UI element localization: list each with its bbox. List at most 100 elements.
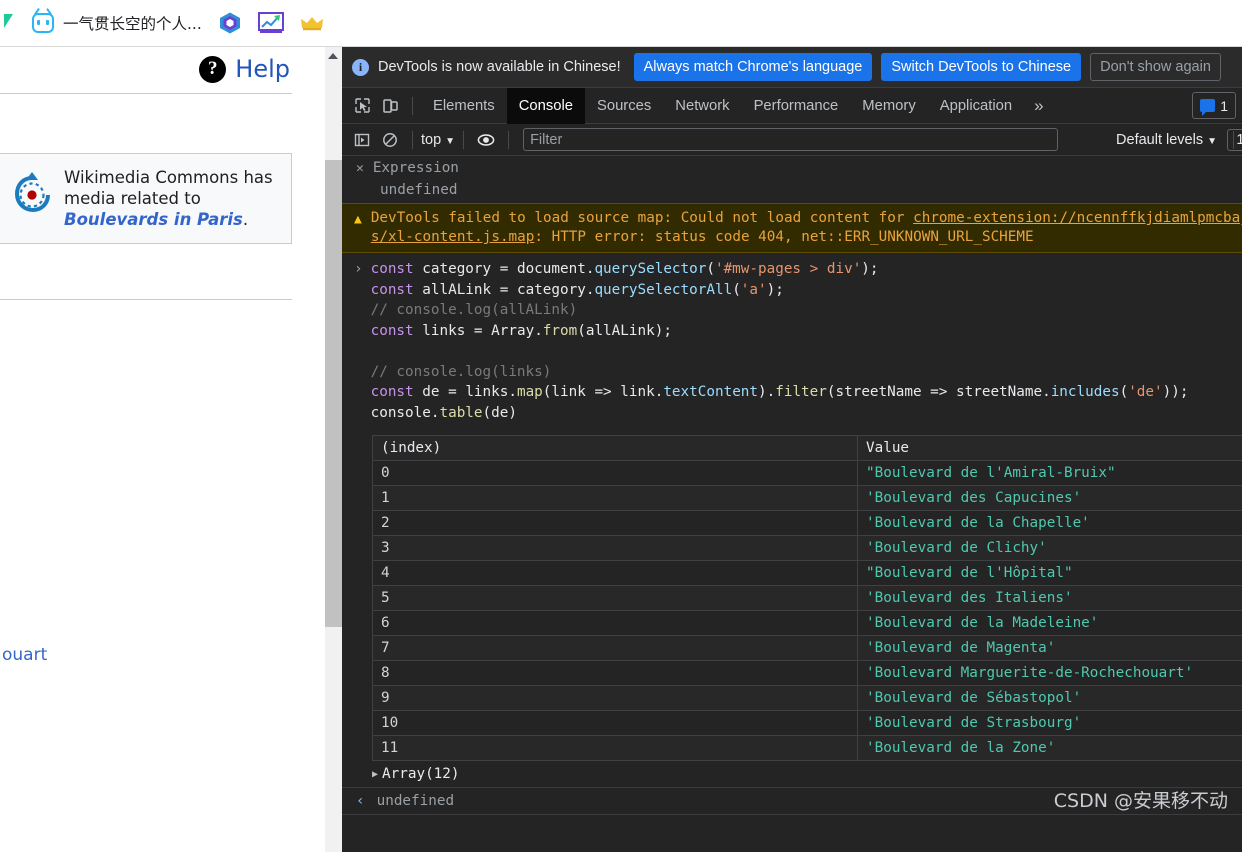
cell-index: 3 [372,535,858,561]
webpage-panel: ? Help Wikimedia Commons has media relat… [0,47,325,852]
cell-value: 'Boulevard de la Zone' [857,735,1242,761]
console-prompt-row[interactable]: › [342,815,1242,825]
log-levels-selector[interactable]: Default levels ▼ [1116,132,1225,148]
tab-performance[interactable]: Performance [742,88,851,124]
table-header-index[interactable]: (index) [372,435,858,461]
cell-value: 'Boulevard de Sébastopol' [857,685,1242,711]
filter-divider-1 [412,130,413,149]
cell-index: 7 [372,635,858,661]
cell-value: 'Boulevard de Clichy' [857,535,1242,561]
table-row: 7 'Boulevard de Magenta' [372,635,1242,661]
console-source-code[interactable]: const category = document.querySelector(… [371,259,1189,423]
watermark: CSDN @安果移不动 [1053,790,1228,812]
partial-link-ouart[interactable]: ouart [2,645,47,665]
cell-value: 'Boulevard des Capucines' [857,485,1242,511]
always-match-language-button[interactable]: Always match Chrome's language [633,53,873,81]
warning-line1-pre: DevTools failed to load source map: Coul… [370,210,914,226]
chevron-down-icon: ▼ [445,135,456,147]
table-header-value[interactable]: Value [857,435,1242,461]
cell-value: 'Boulevard de la Chapelle' [857,510,1242,536]
bookmark-item-hexagon[interactable] [210,8,250,38]
live-expression-label: Expression [372,160,459,176]
console-output: ✕ Expression undefined ▲ DevTools failed… [342,156,1242,825]
table-row: 3 'Boulevard de Clichy' [372,535,1242,561]
cell-index: 0 [372,460,858,486]
table-header-row: (index) Value [372,435,1242,461]
commons-line1: Wikimedia Commons has [64,168,273,187]
language-banner: i DevTools is now available in Chinese! … [342,47,1242,88]
devtools-panel: i DevTools is now available in Chinese! … [342,47,1242,852]
array-summary-row[interactable]: ▶ Array(12) [342,761,1242,787]
filter-divider-3 [508,130,510,149]
live-expression-icon[interactable] [472,127,500,153]
live-expression-value: undefined [380,182,458,198]
dont-show-again-button[interactable]: Don't show again [1090,53,1221,81]
warning-line2-link[interactable]: s/xl-content.js.map [371,229,535,245]
prompt-chevron-icon: › [356,821,365,825]
table-row: 8 'Boulevard Marguerite-de-Rochechouart' [372,660,1242,686]
table-body: 0 "Boulevard de l'Amiral-Bruix" 1 'Bouleva… [372,460,1242,761]
bookmark-item-chart[interactable] [250,9,292,37]
bookmark-item-bilibili[interactable]: 一气贯长空的个人... [24,9,210,37]
filter-input[interactable] [523,128,1059,151]
inspect-cursor-icon[interactable] [348,93,376,119]
tab-sources[interactable]: Sources [585,88,663,124]
switch-to-chinese-button[interactable]: Switch DevTools to Chinese [881,53,1082,81]
table-row: 1 'Boulevard des Capucines' [372,485,1242,511]
chart-arrow-icon [257,12,284,33]
commons-period: . [242,210,249,229]
divider-bottom [0,299,292,300]
help-row: ? Help [0,47,325,93]
page-scrollbar[interactable] [325,47,342,852]
table-row: 10 'Boulevard de Strasbourg' [372,710,1242,736]
help-link[interactable]: Help [235,55,290,83]
commons-category-link[interactable]: Boulevards in Paris [64,210,243,229]
issues-summary[interactable]: 1 Iss [1227,128,1242,151]
close-icon[interactable]: ✕ [356,161,364,176]
devtools-tabbar: Elements Console Sources Network Perform… [342,87,1242,124]
source-map-warning: ▲ DevTools failed to load source map: Co… [342,203,1242,253]
scroll-up-arrow-icon[interactable] [328,53,338,59]
leaf-icon[interactable] [2,10,18,36]
filter-divider-2 [463,130,465,149]
warning-triangle-icon: ▲ [354,212,362,227]
table-row: 0 "Boulevard de l'Amiral-Bruix" [372,460,1242,486]
live-expression-row[interactable]: ✕ Expression [342,156,1242,179]
crown-icon [300,17,323,31]
tab-network[interactable]: Network [663,88,741,124]
tab-elements[interactable]: Elements [421,88,507,124]
expand-triangle-icon[interactable]: ▶ [372,769,378,780]
tab-memory[interactable]: Memory [850,88,927,124]
cell-index: 5 [372,585,858,611]
table-row: 4 "Boulevard de l'Hôpital" [372,560,1242,586]
levels-label: Default levels [1116,131,1204,148]
commons-text: Wikimedia Commons has media related to B… [64,167,273,230]
tab-application[interactable]: Application [928,88,1024,124]
cell-index: 4 [372,560,858,586]
return-arrow-icon: ‹ [356,793,365,809]
cell-index: 1 [372,485,858,511]
context-label: top [421,131,442,148]
chevron-double-right-icon[interactable]: » [1024,96,1053,116]
input-chevron-icon: › [354,261,363,277]
warning-line1-link[interactable]: chrome-extension://ncennffkjdiamlpmcbajk… [913,210,1242,226]
chevron-down-icon-levels: ▼ [1207,135,1217,147]
clear-console-icon[interactable] [376,127,404,153]
cell-value: 'Boulevard de Strasbourg' [857,710,1242,736]
cell-index: 11 [372,735,858,761]
device-toolbar-icon[interactable] [376,93,404,119]
issues-badge[interactable]: 1 [1192,92,1236,119]
console-table: (index) Value 0 "Boulevard de l'Amiral-Br… [372,435,1242,761]
console-sidebar-icon[interactable] [348,127,376,153]
console-context-selector[interactable]: top ▼ [421,132,455,148]
scrollbar-thumb[interactable] [325,160,342,627]
table-row: 2 'Boulevard de la Chapelle' [372,510,1242,536]
cell-value: 'Boulevard des Italiens' [857,585,1242,611]
cell-index: 9 [372,685,858,711]
cell-index: 6 [372,610,858,636]
tab-console[interactable]: Console [506,87,585,124]
bookmark-item-crown[interactable] [292,12,332,34]
wikimedia-commons-icon [14,172,50,213]
commons-sister-project-box: Wikimedia Commons has media related to B… [0,153,292,244]
banner-message: DevTools is now available in Chinese! [378,59,621,75]
